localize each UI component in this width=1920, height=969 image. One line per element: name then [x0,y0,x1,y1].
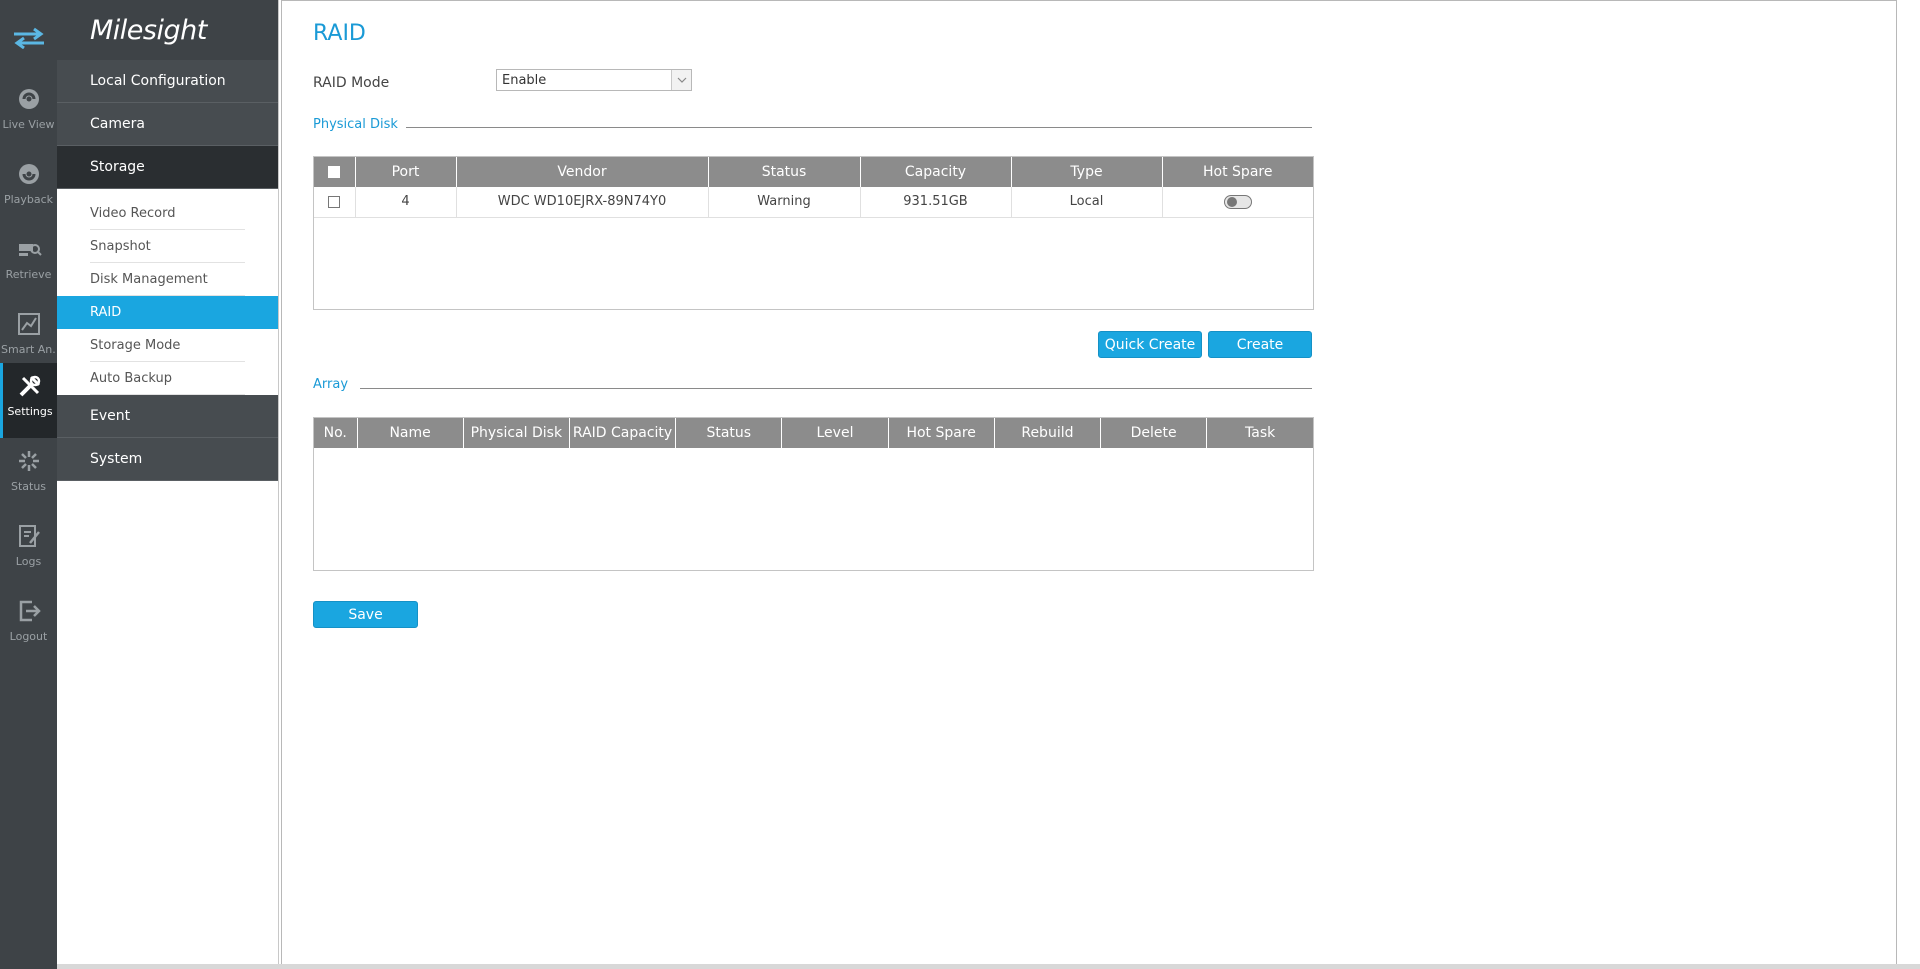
select-all-checkbox[interactable] [328,166,341,178]
submenu-item-raid[interactable]: RAID [57,296,278,329]
settings-icon [19,375,41,397]
select-all-header[interactable] [314,157,356,187]
column-header: Status [675,418,783,448]
status-cell: Warning [708,187,861,218]
submenu-item-disk-management[interactable]: Disk Management [57,263,278,296]
physical-disk-table: Port Vendor Status Capacity Type Hot Spa… [313,156,1314,310]
column-header: Type [1011,157,1163,187]
chevron-down-icon [677,77,686,83]
section-divider [360,388,1312,389]
smart-analysis-icon [17,313,40,335]
save-button[interactable]: Save [313,601,418,628]
logout-icon [19,600,41,622]
menu-item-camera[interactable]: Camera [57,103,278,146]
column-header: No. [314,418,358,448]
column-header: RAID Capacity [569,418,677,448]
quick-create-button[interactable]: Quick Create [1098,331,1202,358]
type-cell: Local [1011,187,1163,218]
retrieve-icon [18,244,42,256]
rail-label: Logs [15,555,42,568]
physical-disk-section-title: Physical Disk [313,117,398,132]
menu-spacer [57,189,278,197]
column-header: Delete [1100,418,1208,448]
rail-item-logs[interactable]: Logs [0,513,57,588]
toggle-knob [1226,196,1237,207]
settings-menu: Milesight Local Configuration Camera Sto… [57,0,279,969]
hot-spare-cell [1162,187,1313,218]
table-row[interactable]: 4 WDC WD10EJRX-89N74Y0 Warning 931.51GB … [314,187,1313,218]
rail-label: Smart An... [1,343,56,356]
rail-item-live-view[interactable]: Live View [0,76,57,151]
app-root: Live View Playback Retrieve Smart An... … [0,0,1920,969]
status-icon [18,451,39,471]
column-header: Port [355,157,457,187]
bottom-bar [57,964,1920,969]
section-divider [406,127,1312,128]
submenu-item-auto-backup[interactable]: Auto Backup [57,362,278,395]
table-header-row: Port Vendor Status Capacity Type Hot Spa… [314,157,1313,187]
hot-spare-toggle[interactable] [1223,194,1252,209]
column-header: Level [781,418,889,448]
rail-item-playback[interactable]: Playback [0,151,57,226]
array-table: No. Name Physical Disk RAID Capacity Sta… [313,417,1314,571]
vendor-cell: WDC WD10EJRX-89N74Y0 [456,187,709,218]
rail-label: Settings [7,405,53,418]
port-cell: 4 [355,187,457,218]
menu-item-local-configuration[interactable]: Local Configuration [57,60,278,103]
column-header: Task [1206,418,1313,448]
page-title: RAID [313,21,366,46]
column-header: Hot Spare [1162,157,1313,187]
main-content: RAID RAID Mode Enable Physical Disk Port… [281,0,1897,966]
menu-item-system[interactable]: System [57,438,278,481]
column-header: Capacity [860,157,1012,187]
brand-header: Milesight [57,0,278,60]
playback-icon [18,164,39,184]
rail-label: Status [10,480,47,493]
menu-item-storage[interactable]: Storage [57,146,278,189]
submenu-item-snapshot[interactable]: Snapshot [57,230,278,263]
row-select-cell[interactable] [314,187,356,218]
rail-label: Playback [3,193,54,206]
row-checkbox[interactable] [328,195,341,208]
raid-mode-select[interactable]: Enable [496,69,692,91]
live-view-icon [18,89,39,109]
create-button[interactable]: Create [1208,331,1312,358]
raid-mode-label: RAID Mode [313,75,390,91]
rail-label: Logout [9,630,48,643]
logs-icon [18,525,40,547]
column-header: Rebuild [994,418,1102,448]
table-header-row: No. Name Physical Disk RAID Capacity Sta… [314,418,1313,448]
column-header: Hot Spare [888,418,995,448]
column-header: Status [708,157,861,187]
menu-item-event[interactable]: Event [57,395,278,438]
rail-label: Retrieve [5,268,52,281]
submenu-item-storage-mode[interactable]: Storage Mode [57,329,278,362]
dropdown-arrow[interactable] [671,70,691,90]
rail-toggle-button[interactable] [0,0,57,76]
rail-item-status[interactable]: Status [0,438,57,513]
raid-mode-value: Enable [502,72,547,88]
column-header: Vendor [456,157,709,187]
swap-arrows-icon [13,27,44,49]
icon-rail: Live View Playback Retrieve Smart An... … [0,0,57,969]
rail-item-settings[interactable]: Settings [0,363,57,438]
array-section-title: Array [313,377,349,392]
rail-item-logout[interactable]: Logout [0,588,57,663]
rail-item-retrieve[interactable]: Retrieve [0,226,57,301]
column-header: Name [357,418,464,448]
column-header: Physical Disk [463,418,570,448]
capacity-cell: 931.51GB [860,187,1012,218]
rail-label: Live View [2,118,55,131]
brand-logo: Milesight [90,14,207,46]
submenu-item-video-record[interactable]: Video Record [57,197,278,230]
